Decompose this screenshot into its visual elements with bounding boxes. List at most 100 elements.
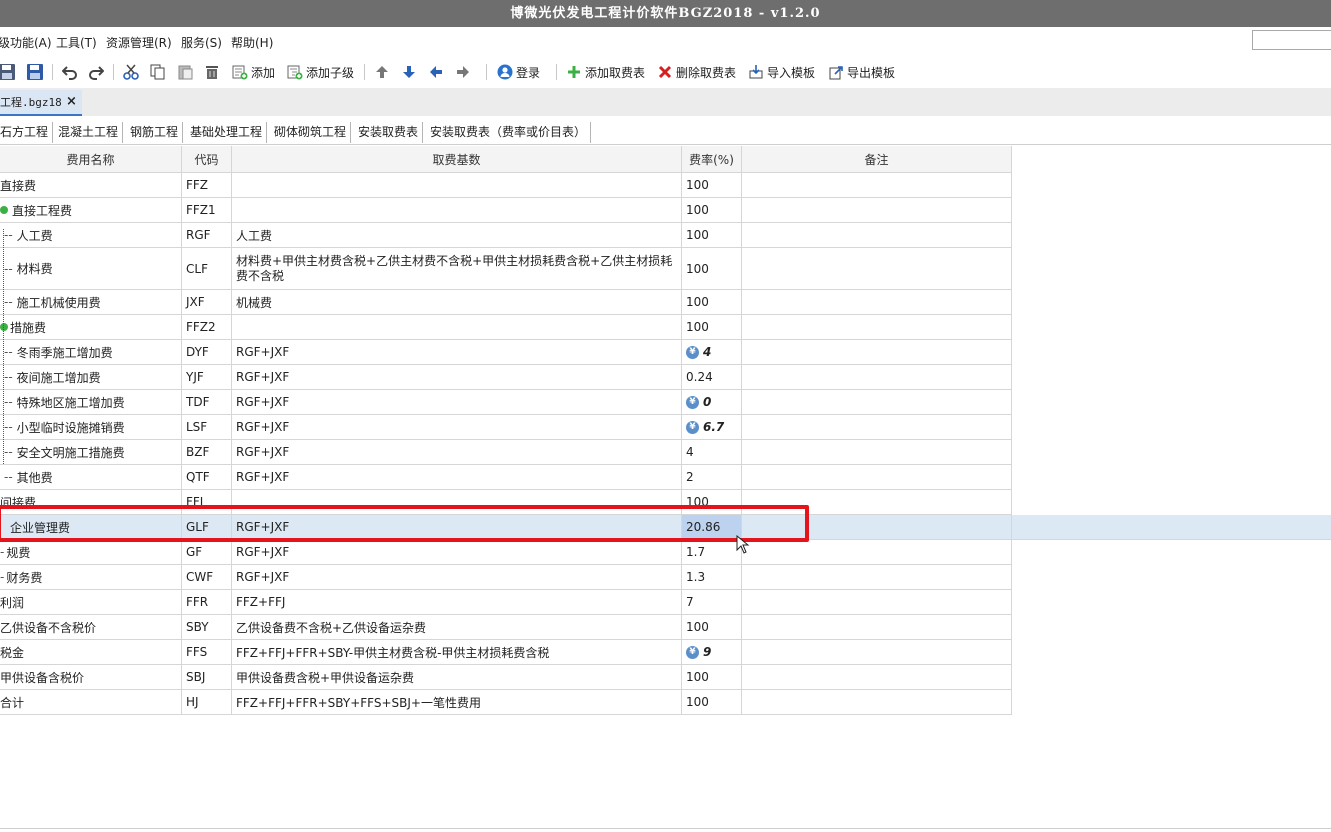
close-icon[interactable]: × xyxy=(66,94,77,109)
row-note[interactable] xyxy=(742,173,1012,197)
sheet-tab-install-fee-rate[interactable]: 安装取费表（费率或价目表） xyxy=(426,122,592,143)
header-base[interactable]: 取费基数 xyxy=(232,146,682,172)
row-base[interactable]: 甲供设备费含税+甲供设备运杂费 xyxy=(232,665,682,689)
move-up-icon[interactable] xyxy=(374,61,390,83)
table-row[interactable]: -- 其他费 QTF RGF+JXF 2 xyxy=(0,465,1012,490)
table-row[interactable]: -- 材料费 CLF 材料费+甲供主材费含税+乙供主材费不含税+甲供主材损耗费含… xyxy=(0,248,1012,290)
row-note[interactable] xyxy=(742,590,1012,614)
row-note[interactable] xyxy=(742,540,1012,564)
menu-resources[interactable]: 资源管理(R) xyxy=(106,34,172,51)
row-base[interactable]: RGF+JXF xyxy=(232,440,682,464)
yen-icon[interactable]: ¥ xyxy=(686,345,699,359)
row-base[interactable]: RGF+JXF xyxy=(232,465,682,489)
row-rate[interactable]: 1.3 xyxy=(682,565,742,589)
row-base[interactable] xyxy=(232,198,682,222)
table-row[interactable]: -- 安全文明施工措施费 BZF RGF+JXF 4 xyxy=(0,440,1012,465)
document-tab[interactable]: 工程.bgz18 × xyxy=(0,90,82,116)
header-name[interactable]: 费用名称 xyxy=(0,146,182,172)
cut-icon[interactable] xyxy=(123,61,139,83)
row-base[interactable]: FFZ+FFJ+FFR+SBY-甲供主材费含税-甲供主材损耗费含税 xyxy=(232,640,682,664)
table-row[interactable]: - 规费 GF RGF+JXF 1.7 xyxy=(0,540,1012,565)
row-rate[interactable]: 100 xyxy=(682,248,742,289)
row-rate-cell[interactable]: ¥ 6.7 xyxy=(682,415,742,439)
yen-icon[interactable]: ¥ xyxy=(686,395,699,409)
export-template-button[interactable]: 导出模板 xyxy=(828,61,895,83)
row-base[interactable] xyxy=(232,315,682,339)
row-base[interactable]: RGF+JXF xyxy=(232,340,682,364)
table-row[interactable]: 利润 FFR FFZ+FFJ 7 xyxy=(0,590,1012,615)
row-rate-cell[interactable]: ¥ 4 xyxy=(682,340,742,364)
row-base[interactable]: RGF+JXF xyxy=(232,540,682,564)
save-icon[interactable] xyxy=(0,61,16,83)
move-right-icon[interactable] xyxy=(455,61,471,83)
row-note[interactable] xyxy=(742,640,1012,664)
table-row[interactable]: 乙供设备不含税价 SBY 乙供设备费不含税+乙供设备运杂费 100 xyxy=(0,615,1012,640)
row-base[interactable]: 机械费 xyxy=(232,290,682,314)
sheet-tab-install-fee[interactable]: 安装取费表 xyxy=(354,122,424,143)
row-note[interactable] xyxy=(742,340,1012,364)
row-rate[interactable]: 100 xyxy=(682,223,742,247)
add-child-button[interactable]: 添加子级 xyxy=(287,61,354,83)
row-note[interactable] xyxy=(742,665,1012,689)
table-row[interactable]: -- 冬雨季施工增加费 DYF RGF+JXF ¥ 4 xyxy=(0,340,1012,365)
row-note[interactable] xyxy=(742,565,1012,589)
row-note[interactable] xyxy=(742,690,1012,714)
paste-icon[interactable] xyxy=(177,61,193,83)
sheet-tab-concrete[interactable]: 混凝土工程 xyxy=(54,122,124,143)
expand-node-icon[interactable] xyxy=(0,323,8,331)
header-code[interactable]: 代码 xyxy=(182,146,232,172)
expand-node-icon[interactable] xyxy=(0,206,8,214)
row-note[interactable] xyxy=(742,290,1012,314)
undo-icon[interactable] xyxy=(62,61,78,83)
row-base[interactable]: RGF+JXF xyxy=(232,365,682,389)
row-rate[interactable]: 100 xyxy=(682,315,742,339)
row-note[interactable] xyxy=(742,315,1012,339)
row-rate[interactable]: 100 xyxy=(682,198,742,222)
table-row[interactable]: 直接费 FFZ 100 xyxy=(0,173,1012,198)
row-base[interactable]: RGF+JXF xyxy=(232,390,682,414)
table-row[interactable]: - 财务费 CWF RGF+JXF 1.3 xyxy=(0,565,1012,590)
delete-fee-table-button[interactable]: 删除取费表 xyxy=(657,61,736,83)
add-button[interactable]: 添加 xyxy=(232,61,275,83)
delete-icon[interactable] xyxy=(204,61,220,83)
row-note[interactable] xyxy=(742,223,1012,247)
row-base[interactable]: 乙供设备费不含税+乙供设备运杂费 xyxy=(232,615,682,639)
table-row[interactable]: -- 施工机械使用费 JXF 机械费 100 xyxy=(0,290,1012,315)
row-base[interactable]: RGF+JXF xyxy=(232,565,682,589)
sheet-tab-rebar[interactable]: 钢筋工程 xyxy=(126,122,184,143)
row-rate[interactable]: 100 xyxy=(682,690,742,714)
login-button[interactable]: 登录 xyxy=(497,61,540,83)
row-note[interactable] xyxy=(742,415,1012,439)
redo-icon[interactable] xyxy=(88,61,104,83)
row-rate[interactable]: 7 xyxy=(682,590,742,614)
row-base[interactable]: RGF+JXF xyxy=(232,415,682,439)
row-note[interactable] xyxy=(742,390,1012,414)
add-fee-table-button[interactable]: 添加取费表 xyxy=(566,61,645,83)
import-template-button[interactable]: 导入模板 xyxy=(748,61,815,83)
row-base[interactable]: 人工费 xyxy=(232,223,682,247)
row-rate[interactable]: 4 xyxy=(682,440,742,464)
yen-icon[interactable]: ¥ xyxy=(686,645,699,659)
table-row[interactable]: 直接工程费 FFZ1 100 xyxy=(0,198,1012,223)
table-row[interactable]: -- 人工费 RGF 人工费 100 xyxy=(0,223,1012,248)
table-row[interactable]: 税金 FFS FFZ+FFJ+FFR+SBY-甲供主材费含税-甲供主材损耗费含税… xyxy=(0,640,1012,665)
table-row[interactable]: -- 夜间施工增加费 YJF RGF+JXF 0.24 xyxy=(0,365,1012,390)
menu-tools[interactable]: 工具(T) xyxy=(56,34,97,51)
table-row[interactable]: 合计 HJ FFZ+FFJ+FFR+SBY+FFS+SBJ+一笔性费用 100 xyxy=(0,690,1012,715)
row-note[interactable] xyxy=(742,365,1012,389)
header-rate[interactable]: 费率(%) xyxy=(682,146,742,172)
copy-icon[interactable] xyxy=(150,61,166,83)
row-rate[interactable]: 2 xyxy=(682,465,742,489)
yen-icon[interactable]: ¥ xyxy=(686,420,699,434)
row-rate[interactable]: 100 xyxy=(682,290,742,314)
row-note[interactable] xyxy=(742,198,1012,222)
move-down-icon[interactable] xyxy=(401,61,417,83)
sheet-tab-earthwork[interactable]: 石方工程 xyxy=(0,122,54,143)
row-rate-cell[interactable]: ¥ 0 xyxy=(682,390,742,414)
row-base[interactable]: 材料费+甲供主材费含税+乙供主材费不含税+甲供主材损耗费含税+乙供主材损耗费不含… xyxy=(232,248,682,289)
row-rate[interactable]: 0.24 xyxy=(682,365,742,389)
menu-help[interactable]: 帮助(H) xyxy=(231,34,273,51)
menu-advanced[interactable]: 级功能(A) xyxy=(0,34,52,51)
row-rate[interactable]: 100 xyxy=(682,173,742,197)
save-all-icon[interactable] xyxy=(26,61,44,83)
